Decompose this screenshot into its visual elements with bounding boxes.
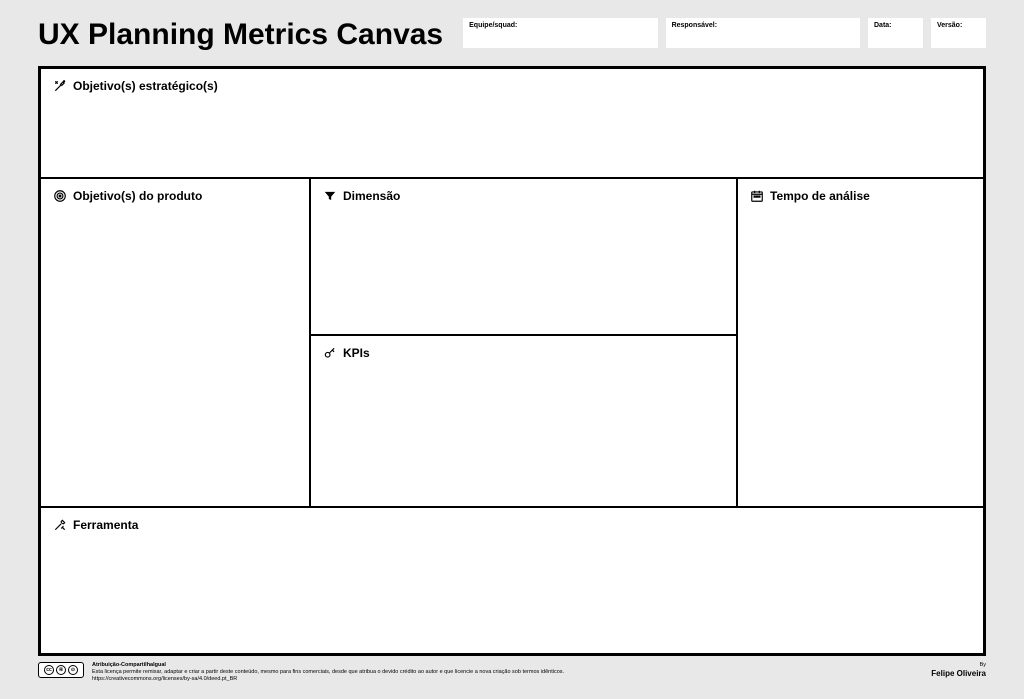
license-title: Atribuição-CompartilhaIgual — [92, 662, 564, 669]
product-title: Objetivo(s) do produto — [73, 189, 202, 203]
section-dimension[interactable]: Dimensão — [311, 179, 736, 336]
canvas-frame: Objetivo(s) estratégico(s) Objetivo(s) d… — [38, 66, 986, 656]
strategic-title: Objetivo(s) estratégico(s) — [73, 79, 218, 93]
target-icon — [53, 189, 67, 203]
strategy-icon — [53, 79, 67, 93]
version-field[interactable]: Versão: — [931, 18, 986, 48]
kpis-title: KPIs — [343, 346, 370, 360]
section-strategic-objectives[interactable]: Objetivo(s) estratégico(s) — [41, 69, 983, 179]
calendar-icon — [750, 189, 764, 203]
footer: cc ④ ⊙ Atribuição-CompartilhaIgual Esta … — [38, 662, 986, 683]
tools-icon — [53, 518, 67, 532]
section-kpis[interactable]: KPIs — [311, 336, 736, 506]
license-text: Esta licença permite remixar, adaptar e … — [92, 669, 564, 676]
author-name: Felipe Oliveira — [931, 669, 986, 679]
cc-badge-icon: cc ④ ⊙ — [38, 662, 84, 678]
section-tool[interactable]: Ferramenta — [41, 508, 983, 653]
by-label: By — [931, 662, 986, 669]
key-icon — [323, 346, 337, 360]
date-label: Data: — [874, 22, 892, 29]
version-label: Versão: — [937, 22, 962, 29]
column-middle: Dimensão KPIs — [311, 179, 738, 506]
dimension-title: Dimensão — [343, 189, 400, 203]
tool-title: Ferramenta — [73, 518, 138, 532]
team-field[interactable]: Equipe/squad: — [463, 18, 657, 48]
responsible-field[interactable]: Responsável: — [666, 18, 860, 48]
license-url: https://creativecommons.org/licenses/by-… — [92, 676, 564, 683]
section-time-analysis[interactable]: Tempo de análise — [738, 179, 983, 506]
header: UX Planning Metrics Canvas Equipe/squad:… — [38, 18, 986, 50]
time-title: Tempo de análise — [770, 189, 870, 203]
responsible-label: Responsável: — [672, 22, 718, 29]
meta-fields: Equipe/squad: Responsável: Data: Versão: — [463, 18, 986, 48]
filter-icon — [323, 189, 337, 203]
row-middle: Objetivo(s) do produto Dimensão — [41, 179, 983, 508]
date-field[interactable]: Data: — [868, 18, 923, 48]
section-product-objectives[interactable]: Objetivo(s) do produto — [41, 179, 311, 506]
page-title: UX Planning Metrics Canvas — [38, 18, 443, 50]
team-label: Equipe/squad: — [469, 22, 517, 29]
